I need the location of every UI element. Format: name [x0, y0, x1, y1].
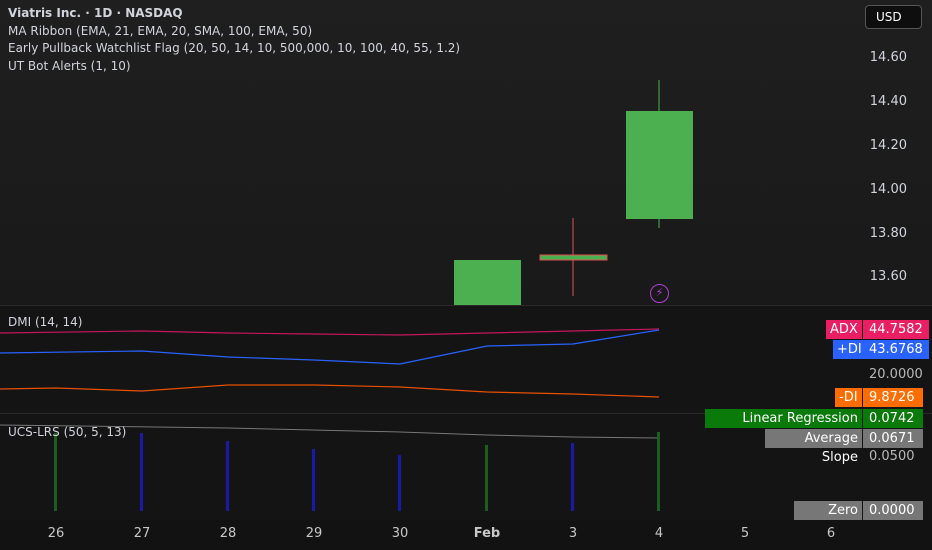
time-tick: 5 — [740, 526, 750, 541]
lrs-level: 0.0500 — [869, 449, 915, 464]
time-axis[interactable]: 26 27 28 29 30 Feb 3 4 5 6 — [0, 520, 932, 550]
price-label: 14.20 — [869, 138, 907, 153]
symbol-title[interactable]: Viatris Inc. · 1D · NASDAQ — [8, 5, 460, 23]
avg-value: 0.0671 — [863, 429, 923, 448]
dmi-level: 20.0000 — [869, 367, 923, 382]
time-tick: Feb — [473, 526, 501, 541]
time-tick: 28 — [219, 526, 237, 541]
indicator-pullback-flag[interactable]: Early Pullback Watchlist Flag (20, 50, 1… — [8, 40, 460, 58]
price-label: 13.80 — [869, 226, 907, 241]
candle-feb2 — [454, 260, 521, 305]
price-label: 13.60 — [869, 269, 907, 284]
dmi-pane[interactable]: DMI (14, 14) ADX 44.7582 +DI 43.6768 20.… — [0, 305, 932, 413]
price-pane[interactable]: Viatris Inc. · 1D · NASDAQ MA Ribbon (EM… — [0, 0, 932, 305]
price-label: 14.40 — [869, 94, 907, 109]
dmi-title[interactable]: DMI (14, 14) — [8, 314, 82, 332]
lrs-bar — [398, 455, 401, 511]
lightning-alert-icon[interactable]: ⚡ — [650, 284, 669, 303]
lrs-bar — [312, 449, 315, 511]
adx-value: 44.7582 — [863, 320, 929, 339]
candle-feb4 — [626, 111, 693, 219]
lrs-bar — [485, 445, 488, 511]
price-label: 14.00 — [869, 182, 907, 197]
adx-label: ADX — [826, 320, 862, 339]
mdi-label: -DI — [835, 388, 862, 407]
pdi-value: 43.6768 — [863, 340, 929, 359]
lrs-pane[interactable]: UCS-LRS (50, 5, 13) Linear Regression Sl… — [0, 409, 932, 537]
time-tick: 6 — [826, 526, 836, 541]
lrs-bar — [54, 433, 57, 511]
time-tick: 27 — [133, 526, 151, 541]
currency-button[interactable]: USD — [865, 5, 922, 29]
lrs-label: Linear Regression Slope — [705, 409, 862, 445]
pdi-line — [0, 329, 660, 365]
zero-value: 0.0000 — [863, 501, 923, 520]
adx-line — [0, 328, 660, 336]
time-tick: 26 — [47, 526, 65, 541]
indicator-ma-ribbon[interactable]: MA Ribbon (EMA, 21, EMA, 20, SMA, 100, E… — [8, 23, 460, 41]
time-tick: 30 — [391, 526, 409, 541]
pdi-label: +DI — [833, 340, 866, 359]
mdi-line — [0, 384, 660, 398]
lrs-bar — [571, 443, 574, 511]
price-label: 14.60 — [869, 50, 907, 65]
time-tick: 4 — [654, 526, 664, 541]
lrs-bar — [657, 432, 660, 511]
lrs-bar — [226, 441, 229, 511]
time-tick: 29 — [305, 526, 323, 541]
dmi-lines — [0, 328, 660, 398]
candle-feb3 — [539, 254, 608, 261]
indicator-ut-bot[interactable]: UT Bot Alerts (1, 10) — [8, 58, 460, 76]
lrs-value: 0.0742 — [863, 409, 923, 428]
mdi-value: 9.8726 — [863, 388, 923, 407]
lrs-bar — [140, 433, 143, 511]
lrs-title[interactable]: UCS-LRS (50, 5, 13) — [8, 424, 126, 442]
time-tick: 3 — [568, 526, 578, 541]
avg-label: Average Slope — [765, 429, 862, 465]
zero-label: Zero Line — [794, 501, 862, 537]
